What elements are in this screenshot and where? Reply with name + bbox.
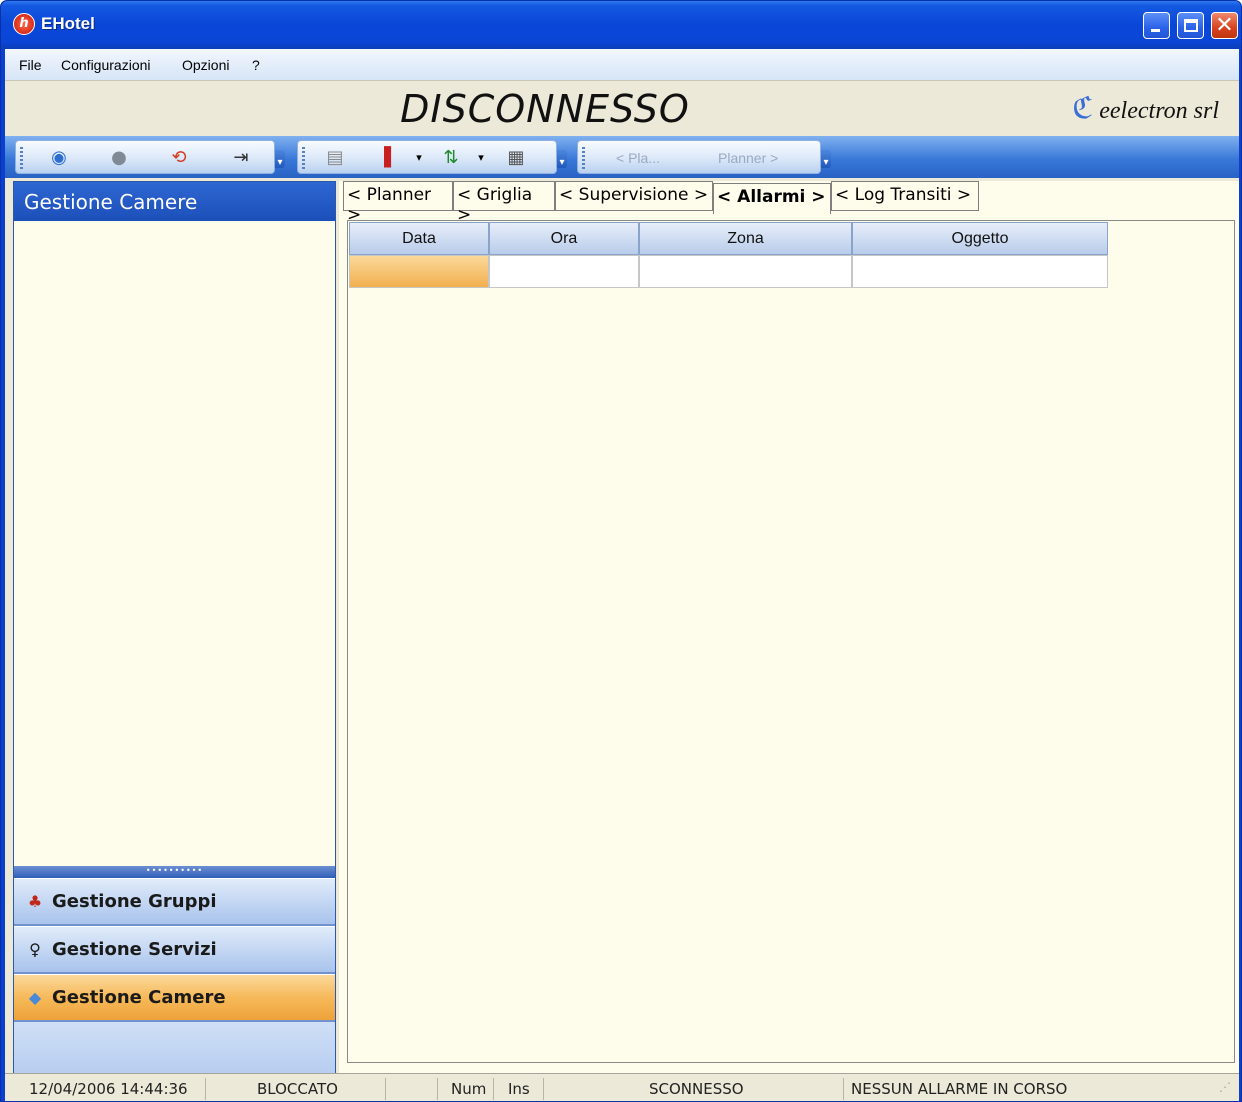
status-separator bbox=[385, 1078, 386, 1100]
status-separator bbox=[543, 1078, 544, 1100]
status-alarm: NESSUN ALLARME IN CORSO bbox=[851, 1080, 1068, 1098]
toolbar-grip[interactable] bbox=[302, 147, 305, 169]
disconnect-icon[interactable]: ● bbox=[106, 146, 132, 170]
resize-grip-icon[interactable]: ⋰ bbox=[1219, 1080, 1231, 1100]
left-navigation-panel: Gestione Camere •••••••••• ♣ Gestione Gru… bbox=[13, 181, 336, 1101]
tab-allarmi[interactable]: < Allarmi > bbox=[713, 183, 831, 214]
column-header-ora[interactable]: Ora bbox=[489, 222, 639, 255]
status-ins: Ins bbox=[508, 1080, 530, 1098]
main-content: < Planner > < Griglia > < Supervisione >… bbox=[339, 181, 1239, 1101]
status-banner: DISCONNESSO ℭeelectron srl bbox=[5, 80, 1239, 136]
maximize-icon bbox=[1184, 19, 1198, 32]
sort-arrows-icon[interactable]: ⇅ bbox=[438, 146, 464, 170]
minimize-button[interactable] bbox=[1143, 12, 1170, 39]
grid-cell[interactable] bbox=[639, 255, 852, 288]
card-icon[interactable]: ▤ bbox=[322, 146, 348, 170]
calendar-icon[interactable]: ▦ bbox=[503, 146, 529, 170]
nav-label: Gestione Gruppi bbox=[52, 891, 217, 912]
group-icon: ♣ bbox=[27, 892, 43, 911]
window-title: EHotel bbox=[41, 14, 95, 33]
toolbar-grip[interactable] bbox=[20, 147, 23, 169]
column-header-oggetto[interactable]: Oggetto bbox=[852, 222, 1108, 255]
tab-planner[interactable]: < Planner > bbox=[343, 181, 453, 225]
client-area: File Configurazioni Opzioni ? DISCONNESS… bbox=[5, 49, 1239, 1101]
nav-next-button[interactable]: Planner > bbox=[718, 150, 778, 166]
nav-gestione-servizi[interactable]: ♀ Gestione Servizi bbox=[14, 926, 335, 973]
nav-gestione-camere[interactable]: ◆ Gestione Camere bbox=[14, 974, 335, 1021]
tab-supervisione[interactable]: < Supervisione > bbox=[555, 181, 713, 211]
grid-cell-selected[interactable] bbox=[349, 255, 489, 288]
status-num: Num bbox=[451, 1080, 487, 1098]
close-button[interactable]: ✕ bbox=[1211, 12, 1238, 39]
toolbar-group-tools: ▤ ▌ ▾ ⇅ ▾ ▦ bbox=[297, 140, 557, 174]
eelectron-logo-icon: ℭ bbox=[1072, 92, 1094, 125]
menu-help[interactable]: ? bbox=[252, 57, 260, 73]
column-header-zona[interactable]: Zona bbox=[639, 222, 852, 255]
app-window: h EHotel ✕ File Configurazioni Opzioni ?… bbox=[0, 0, 1242, 1102]
italian-flag-icon[interactable]: ▌ bbox=[378, 146, 404, 170]
refresh-doc-icon[interactable]: ⟲ bbox=[166, 146, 192, 170]
toolbar-overflow-chevron[interactable]: ▾ bbox=[275, 150, 285, 168]
nav-label: Gestione Servizi bbox=[52, 939, 217, 960]
globe-icon[interactable]: ◉ bbox=[46, 146, 72, 170]
exit-door-icon[interactable]: ⇥ bbox=[228, 146, 254, 170]
tab-log-transiti[interactable]: < Log Transiti > bbox=[831, 181, 979, 211]
column-header-data[interactable]: Data bbox=[349, 222, 489, 255]
menu-file[interactable]: File bbox=[19, 57, 42, 73]
title-bar[interactable]: h EHotel ✕ bbox=[1, 1, 1241, 49]
panel-body bbox=[14, 221, 335, 866]
toolbar-overflow-chevron[interactable]: ▾ bbox=[557, 150, 567, 168]
toolbar-group-navigation: < Pla... Planner > bbox=[577, 140, 821, 174]
connection-status-title: DISCONNESSO bbox=[400, 87, 690, 131]
tab-griglia[interactable]: < Griglia > bbox=[453, 181, 555, 225]
grid-cell[interactable] bbox=[852, 255, 1108, 288]
minimize-icon bbox=[1151, 29, 1160, 32]
service-icon: ♀ bbox=[29, 940, 41, 959]
nav-prev-button[interactable]: < Pla... bbox=[616, 150, 660, 166]
room-icon: ◆ bbox=[28, 988, 42, 1007]
status-datetime: 12/04/2006 14:44:36 bbox=[29, 1080, 188, 1098]
status-separator bbox=[437, 1078, 438, 1100]
status-separator bbox=[205, 1078, 206, 1100]
app-icon: h bbox=[13, 13, 35, 35]
close-icon: ✕ bbox=[1215, 13, 1234, 38]
menu-configurazioni[interactable]: Configurazioni bbox=[61, 57, 151, 73]
status-separator bbox=[493, 1078, 494, 1100]
language-dropdown-icon[interactable]: ▾ bbox=[406, 146, 432, 170]
panel-header: Gestione Camere bbox=[14, 182, 335, 221]
grid-cell[interactable] bbox=[489, 255, 639, 288]
status-separator bbox=[843, 1078, 844, 1100]
toolbar-grip[interactable] bbox=[582, 147, 585, 169]
nav-gestione-gruppi[interactable]: ♣ Gestione Gruppi bbox=[14, 878, 335, 925]
sort-dropdown-icon[interactable]: ▾ bbox=[468, 146, 494, 170]
status-connection: SCONNESSO bbox=[649, 1080, 744, 1098]
alarm-grid-container: Data Ora Zona Oggetto bbox=[347, 220, 1235, 1063]
menu-opzioni[interactable]: Opzioni bbox=[182, 57, 229, 73]
brand-logo: ℭeelectron srl bbox=[1072, 91, 1219, 126]
nav-label: Gestione Camere bbox=[52, 987, 226, 1008]
panel-splitter[interactable]: •••••••••• bbox=[14, 866, 335, 878]
toolbar-group-main: ◉ ● ⟲ ⇥ bbox=[15, 140, 275, 174]
toolbar: ◉ ● ⟲ ⇥ ▾ ▤ ▌ ▾ ⇅ ▾ ▦ ▾ < Pla... Planner… bbox=[5, 136, 1239, 178]
status-lock: BLOCCATO bbox=[257, 1080, 338, 1098]
maximize-button[interactable] bbox=[1177, 12, 1204, 39]
status-bar: 12/04/2006 14:44:36 BLOCCATO Num Ins SCO… bbox=[5, 1073, 1239, 1101]
menu-bar: File Configurazioni Opzioni ? bbox=[5, 49, 1239, 80]
brand-text: eelectron srl bbox=[1099, 98, 1219, 124]
toolbar-overflow-chevron[interactable]: ▾ bbox=[821, 150, 831, 168]
